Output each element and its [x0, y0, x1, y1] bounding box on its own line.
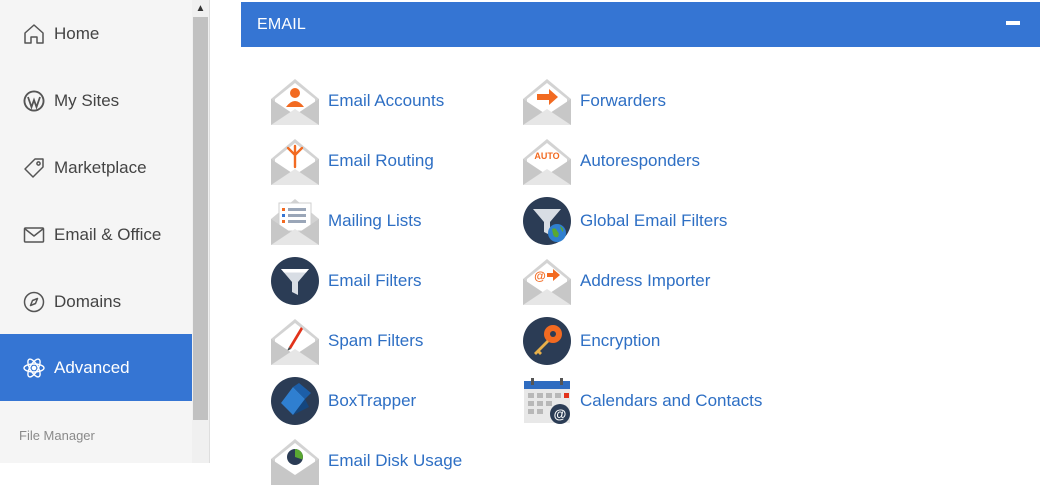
svg-text:@: @	[554, 407, 567, 422]
tool-boxtrapper[interactable]: BoxTrapper	[271, 377, 416, 425]
tool-label: Calendars and Contacts	[580, 391, 763, 410]
sidebar: Home My Sites Marketplace Email & Office…	[0, 0, 192, 463]
tool-spam-filters[interactable]: Spam Filters	[271, 317, 423, 365]
wordpress-icon	[22, 89, 46, 113]
scrollbar-thumb[interactable]	[193, 17, 208, 420]
mailing-lists-icon	[271, 197, 319, 245]
tool-address-importer[interactable]: @ Address Importer	[523, 257, 710, 305]
tool-label: Email Disk Usage	[328, 451, 463, 470]
sidebar-item-label: My Sites	[54, 90, 120, 110]
tool-label: Email Filters	[328, 271, 422, 290]
tool-label: Global Email Filters	[580, 211, 728, 230]
sidebar-item-label: Advanced	[54, 357, 130, 377]
sidebar-item-domains[interactable]: Domains	[0, 268, 192, 335]
envelope-icon	[22, 223, 46, 247]
home-icon	[22, 22, 46, 46]
tool-autoresponders[interactable]: AUTO Autoresponders	[523, 137, 700, 185]
sidebar-item-label: Marketplace	[54, 157, 147, 177]
tool-label: Spam Filters	[328, 331, 424, 350]
global-email-filters-icon	[523, 197, 571, 245]
tool-encryption[interactable]: Encryption	[523, 317, 660, 365]
address-importer-icon-text: @	[534, 269, 546, 283]
calendars-contacts-icon: @	[523, 377, 571, 425]
sidebar-item-label: Home	[54, 23, 100, 43]
sidebar-scrollbar[interactable]: ▲	[192, 0, 210, 463]
compass-icon	[22, 290, 46, 314]
tool-label: Email Accounts	[328, 91, 445, 110]
tool-email-disk-usage[interactable]: Email Disk Usage	[271, 437, 462, 485]
tool-email-accounts[interactable]: Email Accounts	[271, 77, 444, 125]
autoresponders-icon: AUTO	[523, 137, 571, 185]
tool-label: Autoresponders	[580, 151, 701, 170]
sidebar-item-my-sites[interactable]: My Sites	[0, 67, 192, 134]
tool-forwarders[interactable]: Forwarders	[523, 77, 666, 125]
address-importer-icon: @	[523, 257, 571, 305]
email-accounts-icon	[271, 77, 319, 125]
sidebar-item-marketplace[interactable]: Marketplace	[0, 134, 192, 201]
email-filters-icon	[271, 257, 319, 305]
tool-global-email-filters[interactable]: Global Email Filters	[523, 197, 727, 245]
tool-email-filters[interactable]: Email Filters	[271, 257, 422, 305]
tool-label: Encryption	[580, 331, 661, 350]
collapse-minus-icon[interactable]	[1006, 21, 1020, 25]
sidebar-item-label: Email & Office	[54, 224, 162, 244]
tool-mailing-lists[interactable]: Mailing Lists	[271, 197, 422, 245]
tool-calendars-contacts[interactable]: @ Calendars and Contacts	[523, 377, 762, 425]
tag-icon	[22, 156, 46, 180]
tool-label: BoxTrapper	[328, 391, 417, 410]
forwarders-icon	[523, 77, 571, 125]
spam-filters-icon	[271, 317, 319, 365]
email-section-header[interactable]: EMAIL	[241, 2, 1040, 47]
sidebar-item-advanced[interactable]: Advanced	[0, 334, 192, 401]
encryption-icon	[523, 317, 571, 365]
tool-label: Email Routing	[328, 151, 434, 170]
sidebar-item-home[interactable]: Home	[0, 0, 192, 67]
sidebar-subitem-file-manager[interactable]: File Manager	[19, 428, 95, 443]
scroll-up-arrow-icon[interactable]: ▲	[192, 0, 209, 17]
tool-email-routing[interactable]: Email Routing	[271, 137, 434, 185]
sidebar-item-email-office[interactable]: Email & Office	[0, 201, 192, 268]
section-title: EMAIL	[257, 15, 307, 33]
boxtrapper-icon	[271, 377, 319, 425]
tool-label: Address Importer	[580, 271, 711, 290]
atom-icon	[22, 356, 46, 380]
email-disk-usage-icon	[271, 437, 319, 485]
tool-label: Forwarders	[580, 91, 666, 110]
email-routing-icon	[271, 137, 319, 185]
sidebar-item-label: Domains	[54, 291, 122, 311]
tool-label: Mailing Lists	[328, 211, 422, 230]
autoresponders-icon-text: AUTO	[534, 151, 559, 161]
